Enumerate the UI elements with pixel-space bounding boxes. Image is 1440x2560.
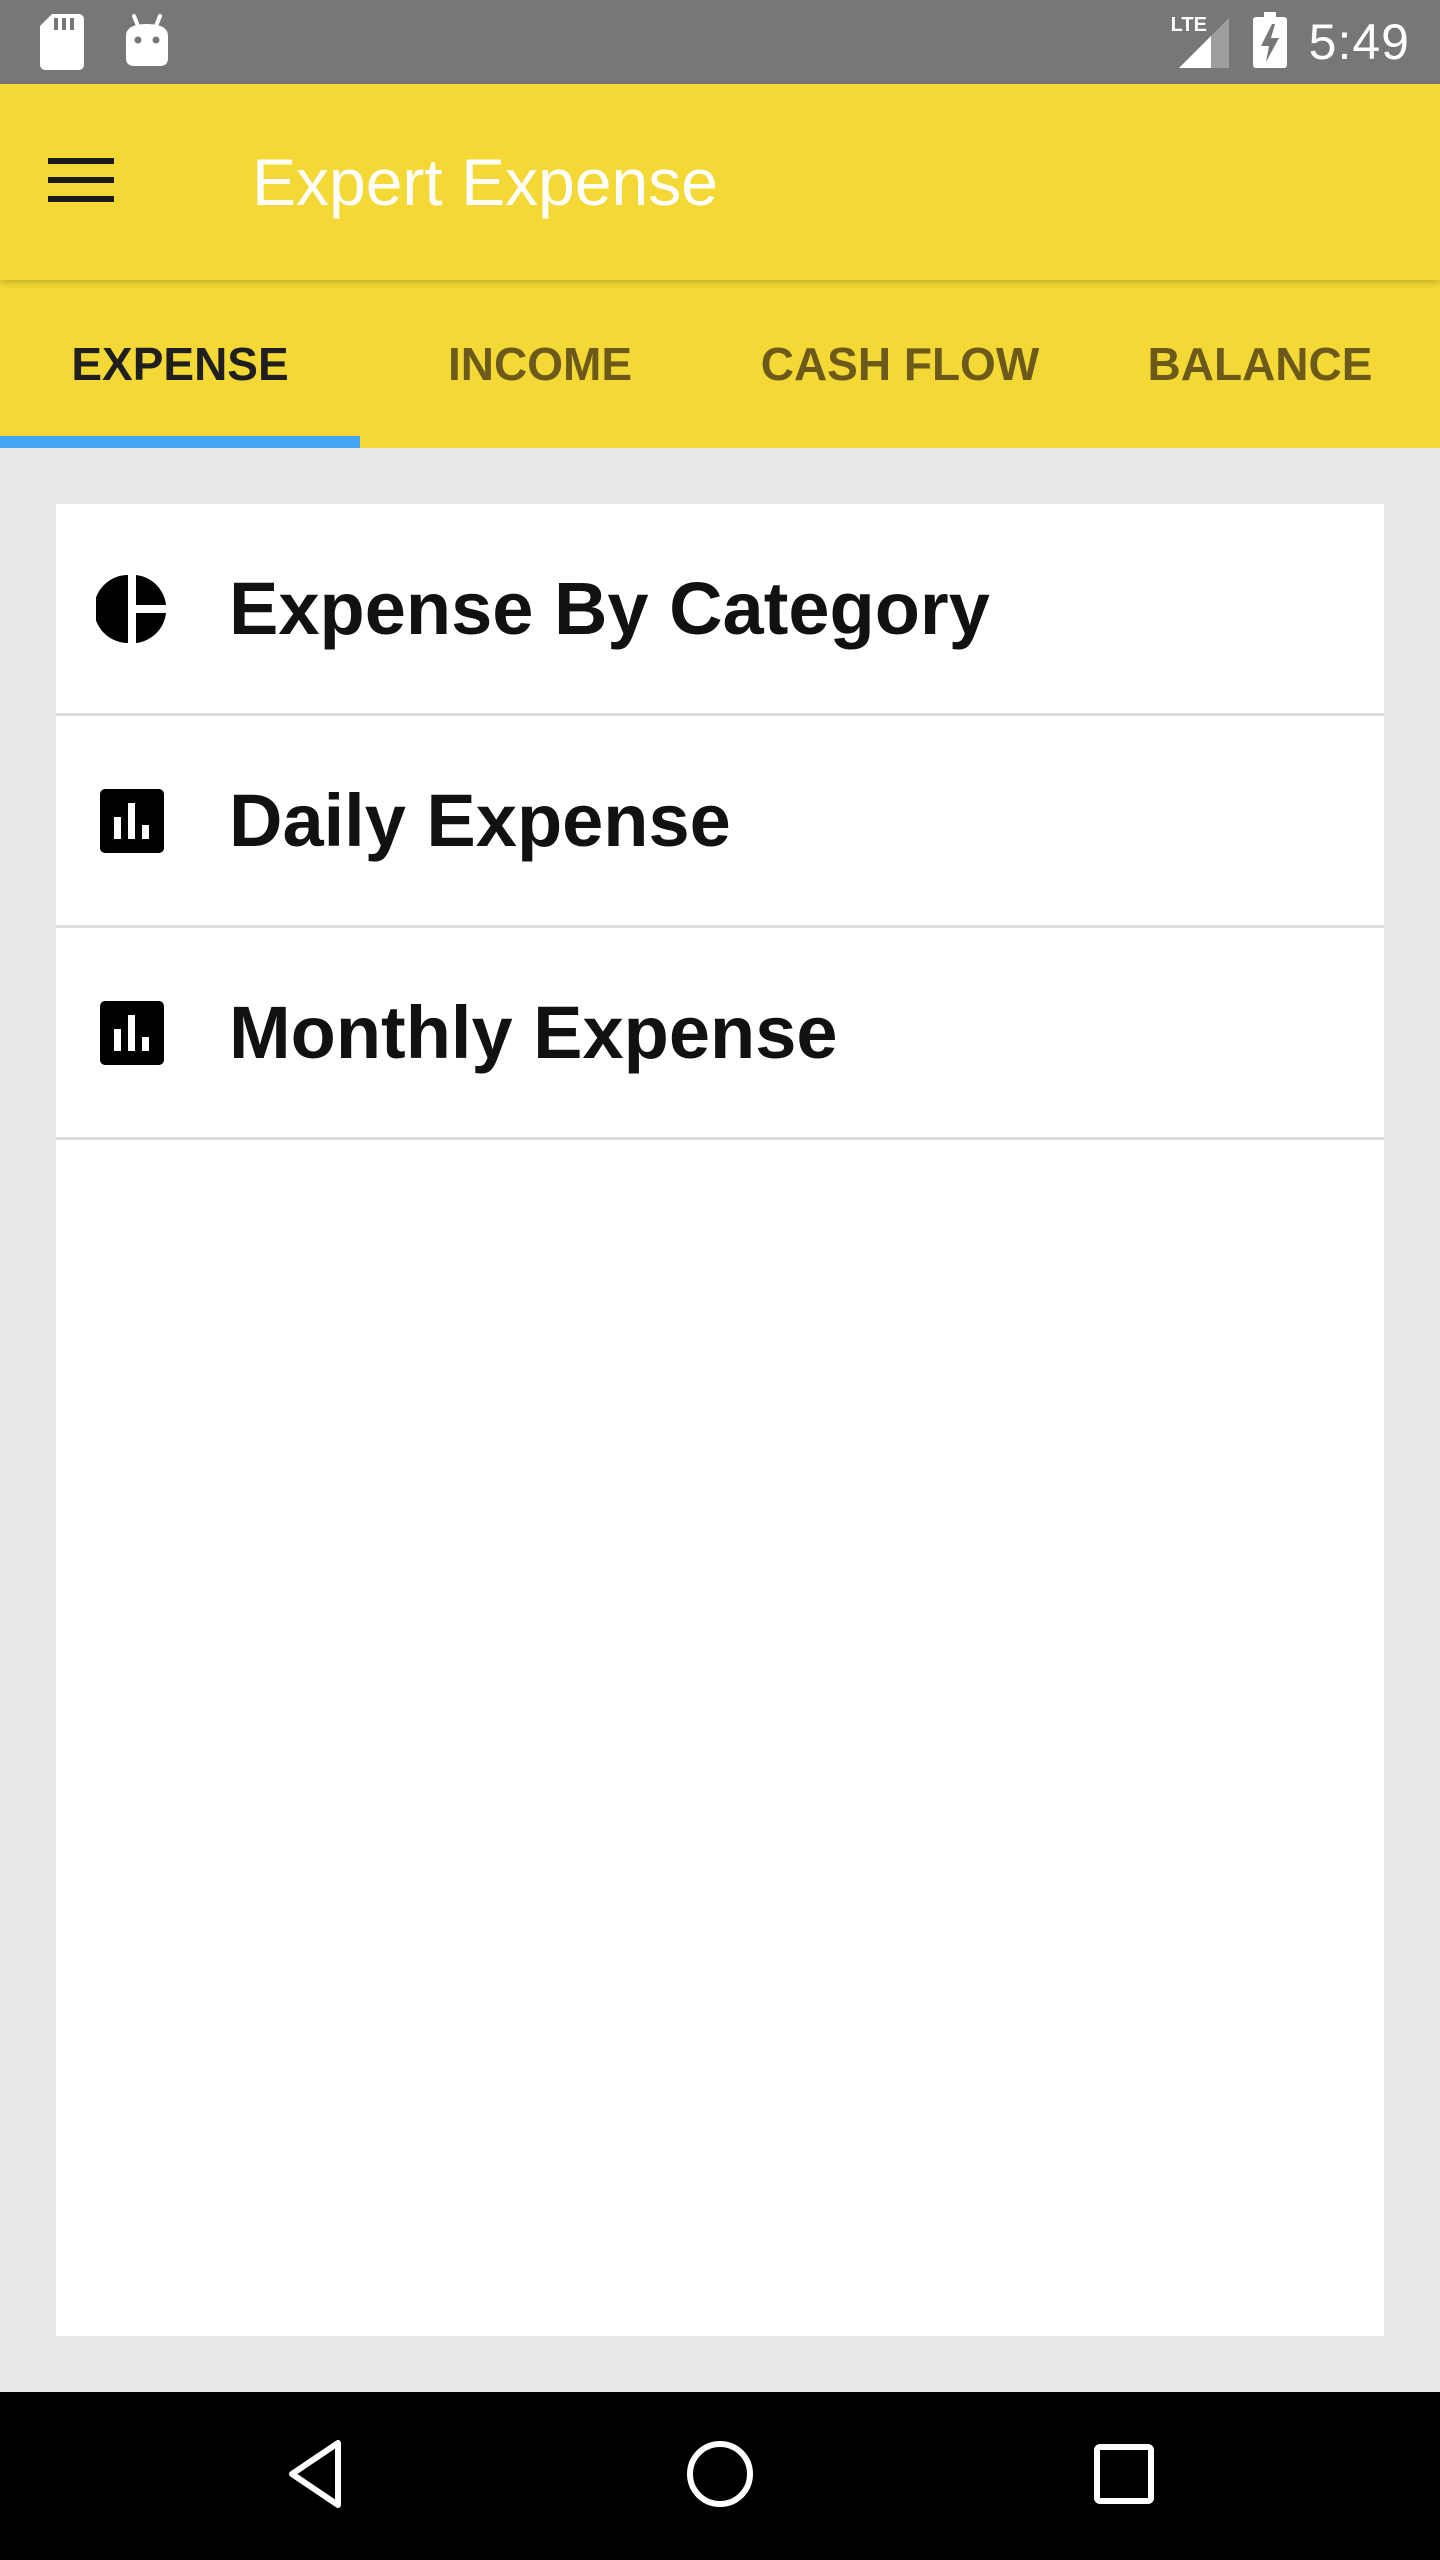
tab-label: BALANCE	[1147, 338, 1373, 390]
status-bar: LTE 5:49	[0, 0, 1440, 84]
tab-bar: EXPENSE INCOME CASH FLOW BALANCE	[0, 280, 1440, 448]
list-item-daily-expense[interactable]: Daily Expense	[56, 716, 1384, 928]
tab-income[interactable]: INCOME	[360, 280, 720, 448]
back-button[interactable]	[266, 2426, 366, 2526]
tab-label: EXPENSE	[71, 338, 289, 390]
list-item-label: Expense By Category	[229, 567, 990, 650]
home-button[interactable]	[670, 2426, 770, 2526]
tab-indicator	[0, 436, 360, 448]
tab-expense[interactable]: EXPENSE	[0, 280, 360, 448]
report-list-card: Expense By Category Daily Expense Monthl…	[56, 504, 1384, 2336]
pie-chart-icon	[96, 573, 168, 645]
list-item-expense-by-category[interactable]: Expense By Category	[56, 504, 1384, 716]
back-icon	[286, 2439, 346, 2514]
android-icon	[124, 14, 170, 75]
app-bar: Expert Expense	[0, 84, 1440, 280]
sd-card-icon	[40, 14, 84, 75]
tab-cash-flow[interactable]: CASH FLOW	[720, 280, 1080, 448]
menu-icon	[48, 156, 114, 209]
tab-label: CASH FLOW	[760, 338, 1040, 390]
battery-charging-icon	[1252, 11, 1287, 73]
tab-balance[interactable]: BALANCE	[1080, 280, 1440, 448]
list-item-monthly-expense[interactable]: Monthly Expense	[56, 928, 1384, 1140]
bar-chart-icon	[96, 785, 168, 857]
home-icon	[685, 2439, 755, 2514]
status-time: 5:49	[1308, 14, 1410, 70]
app-title: Expert Expense	[252, 145, 718, 219]
bar-chart-icon	[96, 997, 168, 1069]
list-item-label: Monthly Expense	[229, 991, 838, 1074]
system-nav-bar	[0, 2392, 1440, 2560]
recents-button[interactable]	[1074, 2426, 1174, 2526]
menu-button[interactable]	[48, 140, 148, 224]
list-item-label: Daily Expense	[229, 779, 731, 862]
signal-icon: LTE	[1171, 14, 1231, 70]
tab-label: INCOME	[448, 338, 632, 390]
recents-icon	[1093, 2443, 1155, 2510]
